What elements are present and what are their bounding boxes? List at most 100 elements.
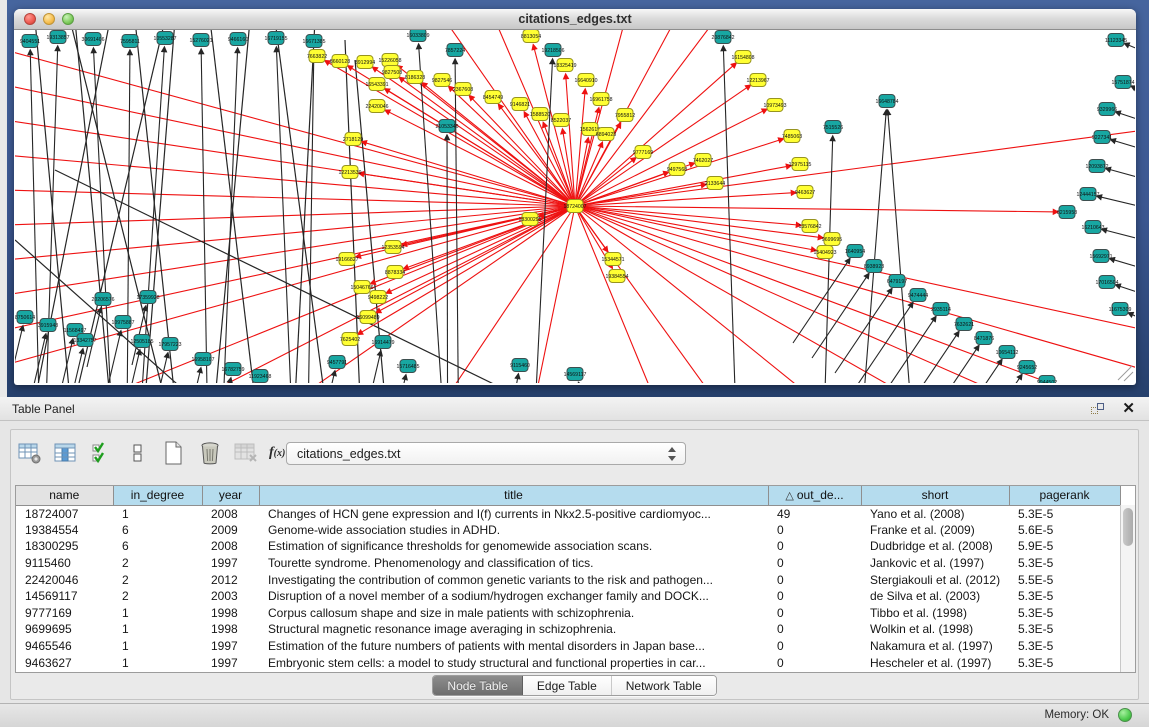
graph-node-9404551[interactable]: 9404551: [20, 35, 40, 48]
table-cell[interactable]: 0: [768, 588, 861, 605]
graph-node-9146821[interactable]: 9146821: [510, 98, 530, 111]
graph-node-9498222[interactable]: 9498222: [368, 291, 388, 304]
citation-edge-black[interactable]: [15, 326, 23, 383]
graph-node-9245652[interactable]: 9245652: [1017, 361, 1037, 374]
table-settings-icon[interactable]: [17, 440, 43, 466]
citation-network-graph[interactable]: 1872400715226058982750881863289827546236…: [15, 30, 1135, 383]
citation-edge-red[interactable]: [15, 206, 575, 260]
graph-node-21053346[interactable]: 21053346: [435, 120, 458, 133]
table-cell[interactable]: de Silva et al. (2003): [861, 588, 1009, 605]
citation-edge-red[interactable]: [575, 206, 1135, 370]
close-panel-icon[interactable]: ✕: [1122, 399, 1135, 417]
graph-node-3915948[interactable]: 3915948: [38, 319, 58, 332]
graph-node-9497568[interactable]: 9497568: [667, 163, 687, 176]
graph-node-8660128[interactable]: 8660128: [330, 55, 350, 68]
table-cell[interactable]: Yano et al. (2008): [861, 505, 1009, 522]
table-cell[interactable]: 9463627: [16, 654, 113, 671]
table-cell[interactable]: 2003: [202, 588, 259, 605]
table-cell[interactable]: 1: [113, 505, 202, 522]
graph-node-18724007[interactable]: 18724007: [563, 200, 586, 213]
graph-node-19313857[interactable]: 19313857: [46, 31, 69, 44]
table-cell[interactable]: 1: [113, 605, 202, 622]
table-row[interactable]: 969969511998Structural magnetic resonanc…: [16, 621, 1120, 638]
graph-node-2718129[interactable]: 2718129: [343, 133, 363, 146]
table-vertical-scrollbar[interactable]: [1120, 505, 1135, 672]
table-cell[interactable]: 0: [768, 605, 861, 622]
graph-node-30691406[interactable]: 30691406: [81, 33, 104, 46]
citation-edge-black[interactable]: [135, 30, 175, 383]
graph-node-8471876[interactable]: 8471876: [974, 332, 994, 345]
table-cell[interactable]: 49: [768, 505, 861, 522]
table-cell[interactable]: Stergiakouli et al. (2012): [861, 571, 1009, 588]
graph-node-17957223[interactable]: 17957223: [158, 338, 181, 351]
table-cell[interactable]: Franke et al. (2009): [861, 522, 1009, 539]
graph-node-7857224[interactable]: 7857224: [445, 44, 465, 57]
citation-edge-black[interactable]: [1116, 285, 1135, 298]
table-cell[interactable]: Investigating the contribution of common…: [259, 571, 768, 588]
table-cell[interactable]: 1: [113, 654, 202, 671]
graph-node-18325419[interactable]: 18325419: [553, 59, 576, 72]
graph-node-9827546[interactable]: 9827546: [432, 74, 452, 87]
tab-node-table[interactable]: Node Table: [433, 676, 523, 695]
graph-node-18300295[interactable]: 18300295: [518, 213, 541, 226]
graph-node-6894023[interactable]: 6894023: [596, 128, 616, 141]
graph-node-16961758[interactable]: 16961758: [589, 93, 612, 106]
table-cell[interactable]: 0: [768, 555, 861, 572]
citation-edge-black[interactable]: [1111, 140, 1135, 153]
graph-node-7462027[interactable]: 7462027: [693, 154, 713, 167]
table-cell[interactable]: Hescheler et al. (1997): [861, 654, 1009, 671]
table-cell[interactable]: Genome-wide association studies in ADHD.: [259, 522, 768, 539]
graph-node-7955812[interactable]: 7955812: [615, 109, 635, 122]
graph-node-17359928[interactable]: 17359928: [136, 291, 159, 304]
graph-node-8454749[interactable]: 8454749: [483, 91, 503, 104]
graph-node-15344571[interactable]: 15344571: [601, 253, 624, 266]
graph-node-16210643[interactable]: 16210643: [1081, 221, 1104, 234]
column-header-in_degree[interactable]: in_degree: [113, 486, 202, 505]
graph-node-20876842[interactable]: 20876842: [711, 31, 734, 44]
graph-node-9777169[interactable]: 9777169: [633, 146, 653, 159]
graph-node-16719155[interactable]: 16719155: [264, 32, 287, 45]
graph-node-12975115[interactable]: 12975115: [789, 158, 812, 171]
graph-node-15751874[interactable]: 15751874: [1111, 76, 1134, 89]
graph-node-12213967[interactable]: 12213967: [746, 74, 769, 87]
graph-node-2367608[interactable]: 2367608: [453, 83, 473, 96]
graph-node-9227341[interactable]: 9227341: [1092, 131, 1112, 144]
citation-edge-black[interactable]: [201, 49, 207, 383]
citation-edge-black[interactable]: [447, 135, 448, 383]
delete-table-icon[interactable]: [197, 440, 223, 466]
citation-edge-black[interactable]: [1106, 168, 1135, 182]
table-row[interactable]: 1938455462009Genome-wide association stu…: [16, 522, 1120, 539]
graph-node-7595811[interactable]: 7595811: [120, 35, 140, 48]
graph-node-19166827[interactable]: 19166827: [335, 253, 358, 266]
graph-node-12444157[interactable]: 12444157: [1076, 188, 1099, 201]
graph-node-8215958[interactable]: 8215958: [1057, 206, 1077, 219]
table-cell[interactable]: Changes of HCN gene expression and I(f) …: [259, 505, 768, 522]
citation-edge-black[interactable]: [1097, 196, 1135, 210]
citation-edge-black[interactable]: [275, 30, 325, 383]
citation-edge-red[interactable]: [575, 206, 816, 250]
function-builder-icon[interactable]: f(x): [269, 445, 285, 461]
table-cell[interactable]: 0: [768, 571, 861, 588]
table-cell[interactable]: Wolkin et al. (1998): [861, 621, 1009, 638]
table-row[interactable]: 1872400712008Changes of HCN gene express…: [16, 505, 1120, 522]
citation-edge-black[interactable]: [45, 46, 57, 383]
graph-node-10973493[interactable]: 10973493: [763, 99, 786, 112]
graph-node-9115460[interactable]: 9115460: [510, 359, 530, 372]
network-window-titlebar[interactable]: citations_edges.txt: [14, 9, 1136, 30]
float-panel-icon[interactable]: [1091, 403, 1105, 415]
table-cell[interactable]: 18724007: [16, 505, 113, 522]
graph-node-15404923[interactable]: 15404923: [813, 246, 836, 259]
table-cell[interactable]: 5.3E-5: [1009, 654, 1120, 671]
citation-edge-black[interactable]: [1128, 313, 1135, 325]
citation-edge-red[interactable]: [575, 130, 1135, 206]
table-cell[interactable]: 2: [113, 555, 202, 572]
table-row[interactable]: 1830029562008Estimation of significance …: [16, 538, 1120, 555]
graph-node-8912994[interactable]: 8912994: [355, 56, 375, 69]
network-canvas[interactable]: 1872400715226058982750881863289827546236…: [15, 30, 1135, 384]
graph-node-7485063[interactable]: 7485063: [782, 130, 802, 143]
table-cell[interactable]: Disruption of a novel member of a sodium…: [259, 588, 768, 605]
table-cell[interactable]: Dudbridge et al. (2008): [861, 538, 1009, 555]
citation-edge-red[interactable]: [575, 206, 655, 383]
citation-edge-black[interactable]: [922, 345, 979, 383]
table-cell[interactable]: Estimation of significance thresholds fo…: [259, 538, 768, 555]
